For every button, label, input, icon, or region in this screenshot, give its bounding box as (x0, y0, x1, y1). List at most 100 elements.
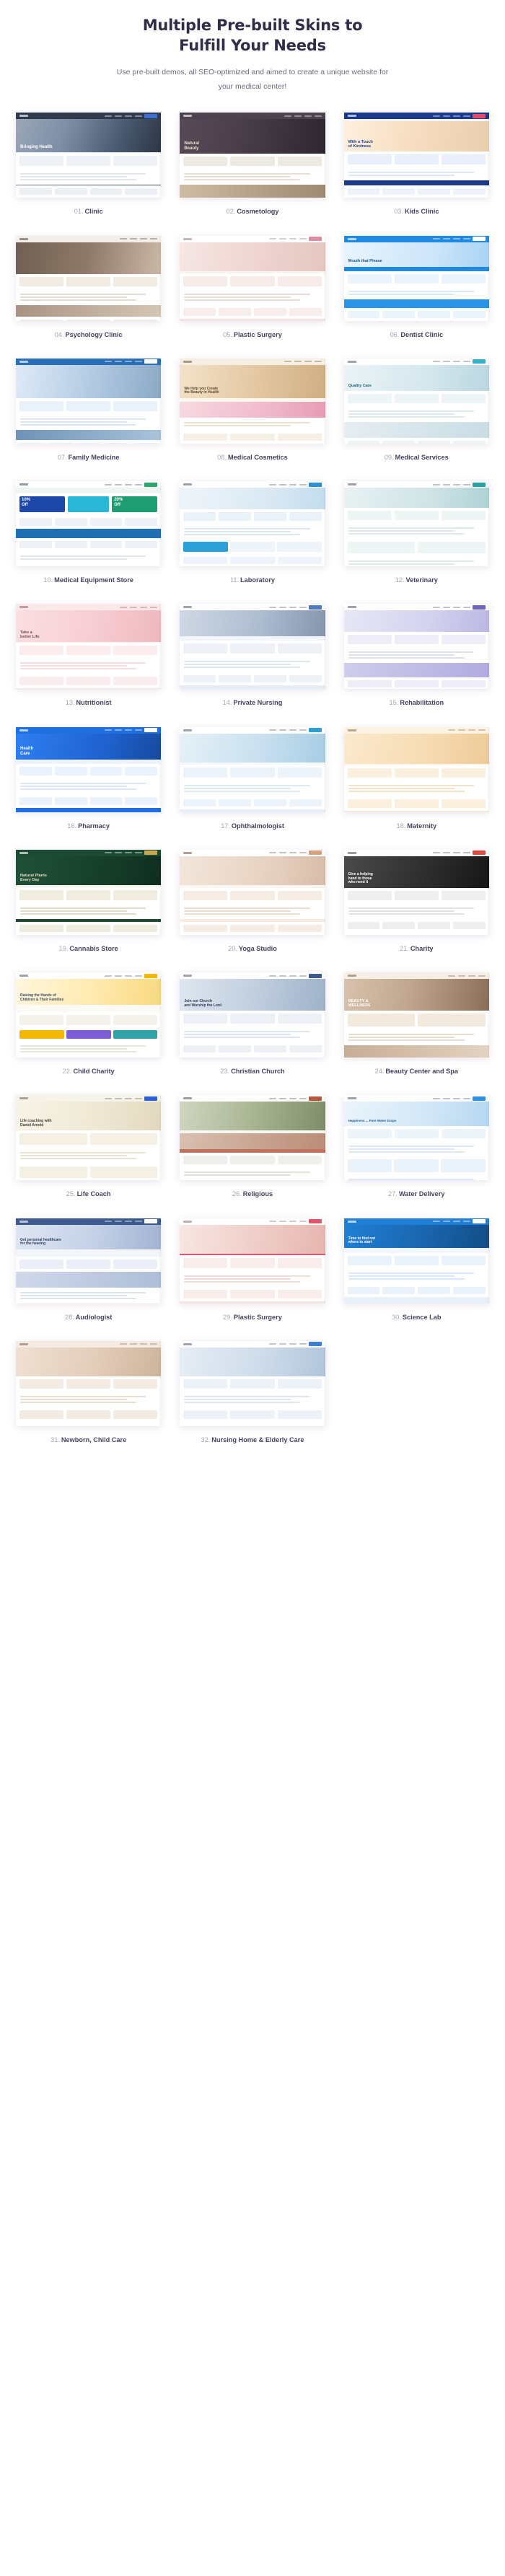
skin-caption: 17. Ophthalmologist (221, 821, 284, 831)
skin-caption: 06. Dentist Clinic (390, 330, 444, 340)
skin-card[interactable]: 05. Plastic Surgery (180, 235, 325, 359)
skin-preview-content: Happiness ... Pure Water Drops (343, 1095, 489, 1181)
skin-preview-audiologist[interactable]: Get personal healthcare for the hearing (16, 1218, 162, 1304)
skin-card[interactable]: 17. Ophthalmologist (180, 726, 325, 850)
skin-preview-medcosm[interactable]: We Help you Create the Beauty in Health (180, 358, 325, 444)
skin-number: 14. (222, 699, 232, 707)
skin-card[interactable]: 26. Religious (180, 1095, 325, 1218)
skin-card[interactable]: Mouth that Please 06. Dentist Clinic (343, 235, 489, 359)
skin-preview-content: Time to find out where to start (343, 1218, 489, 1304)
skin-card[interactable]: 18. Maternity (343, 726, 489, 850)
skin-preview-ophthalmologist[interactable] (180, 726, 325, 812)
skin-card[interactable]: 04. Psychology Clinic (16, 235, 162, 359)
skin-preview-kids[interactable]: With a Touch of Kindness (343, 113, 489, 198)
skin-preview-cosmetology[interactable]: Natural Beauty (180, 113, 325, 198)
skin-preview-beautyspa[interactable]: BEAUTY & WELLNESS (343, 972, 489, 1058)
skin-card[interactable]: 29. Plastic Surgery (180, 1218, 325, 1341)
skin-preview-veterinary[interactable] (343, 481, 489, 567)
skin-caption: 32. Nursing Home & Elderly Care (201, 1435, 304, 1445)
skin-card[interactable]: 32. Nursing Home & Elderly Care (180, 1340, 325, 1464)
skin-caption: 18. Maternity (397, 821, 437, 831)
skin-name: Maternity (407, 822, 437, 830)
skin-caption: 10. Medical Equipment Store (43, 575, 133, 585)
skin-card[interactable]: 10% Off 20% Off 10. Medical Equipment Store (16, 481, 162, 604)
skin-preview-plastic1[interactable] (180, 235, 325, 321)
skin-number: 18. (396, 822, 406, 830)
skin-name: Family Medicine (68, 453, 120, 461)
skin-preview-dentist[interactable]: Mouth that Please (343, 235, 489, 321)
skin-preview-church[interactable]: Join our Church and Worship the Lord (180, 972, 325, 1058)
skin-preview-lifecoach[interactable]: Life coaching with Daniel Arnold (16, 1095, 162, 1181)
skin-preview-nursinghome[interactable] (180, 1340, 325, 1426)
skin-preview-content: Mouth that Please (343, 235, 489, 321)
skin-preview-content: Natural Beauty (180, 113, 325, 198)
skin-name: Dentist Clinic (400, 330, 444, 338)
skin-card[interactable]: Time to find out where to start 30. Scienc… (343, 1218, 489, 1341)
skin-card[interactable]: Health Care 16. Pharmacy (16, 726, 162, 850)
skin-preview-psychology[interactable] (16, 235, 162, 321)
skin-name: Pharmacy (78, 822, 110, 830)
skin-card[interactable]: Natural Plants Every Day 19. Cannabis Stor… (16, 849, 162, 972)
skin-preview-yoga[interactable] (180, 849, 325, 935)
page-title-line-2: Fulfill Your Needs (179, 36, 326, 54)
skin-preview-sciencelab[interactable]: Time to find out where to start (343, 1218, 489, 1304)
skin-number: 11. (229, 576, 240, 584)
skin-number: 16. (67, 822, 77, 830)
skin-card[interactable]: 20. Yoga Studio (180, 849, 325, 972)
skin-caption: 15. Rehabilitation (390, 698, 444, 708)
skin-name: Medical Cosmetics (228, 453, 288, 461)
skin-card[interactable]: Join our Church and Worship the Lord 23. C… (180, 972, 325, 1095)
skin-card[interactable]: Get personal healthcare for the hearing 2… (16, 1218, 162, 1341)
skin-card[interactable]: Take a better Life 13. Nutritionist (16, 604, 162, 726)
skin-card[interactable]: Happiness ... Pure Water Drops 27. Water … (343, 1095, 489, 1218)
skin-card[interactable]: Quality Care 09. Medical Services (343, 358, 489, 481)
skin-name: Laboratory (240, 576, 276, 584)
skin-card[interactable]: Raising the Hands of Children & Their Fam… (16, 972, 162, 1095)
skin-preview-cannabis[interactable]: Natural Plants Every Day (16, 849, 162, 935)
skin-preview-water[interactable]: Happiness ... Pure Water Drops (343, 1095, 489, 1181)
skin-card[interactable]: Natural Beauty 02. Cosmetology (180, 113, 325, 235)
skin-card[interactable]: With a Touch of Kindness 03. Kids Clinic (343, 113, 489, 235)
skin-preview-content (16, 1340, 162, 1426)
skin-card[interactable]: 12. Veterinary (343, 481, 489, 604)
skin-preview-nutritionist[interactable]: Take a better Life (16, 604, 162, 690)
skin-caption: 13. Nutritionist (66, 698, 112, 708)
skin-name: Child Charity (73, 1068, 115, 1076)
skin-preview-content: Life coaching with Daniel Arnold (16, 1095, 162, 1180)
skin-preview-clinic[interactable]: Bringing Health (16, 113, 162, 198)
skin-number: 24. (374, 1068, 385, 1076)
skin-preview-newborn[interactable] (16, 1340, 162, 1426)
skin-preview-maternity[interactable] (343, 726, 489, 812)
skin-card[interactable]: 31. Newborn, Child Care (16, 1340, 162, 1464)
skin-preview-rehab[interactable] (343, 604, 489, 690)
skin-card[interactable]: 11. Laboratory (180, 481, 325, 604)
skin-preview-equipment[interactable]: 10% Off 20% Off (16, 481, 162, 567)
skin-preview-medserv[interactable]: Quality Care (343, 358, 489, 444)
page-title-line-1: Multiple Pre-built Skins to (142, 17, 363, 34)
skin-card[interactable]: 14. Private Nursing (180, 604, 325, 726)
skin-card[interactable]: 15. Rehabilitation (343, 604, 489, 726)
skin-name: Medical Services (395, 453, 449, 461)
skin-caption: 29. Plastic Surgery (223, 1312, 282, 1322)
skin-preview-pharmacy[interactable]: Health Care (16, 726, 162, 812)
skin-number: 01. (74, 208, 84, 216)
skin-preview-childcharity[interactable]: Raising the Hands of Children & Their Fam… (16, 972, 162, 1058)
skin-card[interactable]: Bringing Health 01. Clinic (16, 113, 162, 235)
skin-preview-family[interactable] (16, 358, 162, 444)
skin-preview-plastic2[interactable] (180, 1218, 325, 1304)
skin-card[interactable]: Life coaching with Daniel Arnold 25. Life … (16, 1095, 162, 1218)
skin-card[interactable]: BEAUTY & WELLNESS 24. Beauty Center and Sp… (343, 972, 489, 1095)
skin-preview-content (180, 1218, 325, 1304)
skin-card[interactable]: We Help you Create the Beauty in Health 0… (180, 358, 325, 481)
skin-preview-laboratory[interactable] (180, 481, 325, 567)
skin-caption: 28. Audiologist (65, 1312, 112, 1322)
skin-name: Plastic Surgery (233, 1313, 282, 1321)
skin-preview-nursing[interactable] (180, 604, 325, 690)
skin-preview-charity[interactable]: Give a helping hand to those who need it (343, 849, 489, 935)
skin-name: Water Delivery (398, 1190, 445, 1198)
skin-card[interactable]: Give a helping hand to those who need it 2… (343, 849, 489, 972)
page-header: Multiple Pre-built Skins to Fulfill Your… (0, 0, 505, 94)
skin-card[interactable]: 07. Family Medicine (16, 358, 162, 481)
skin-number: 05. (223, 330, 232, 338)
skin-preview-religious[interactable] (180, 1095, 325, 1181)
